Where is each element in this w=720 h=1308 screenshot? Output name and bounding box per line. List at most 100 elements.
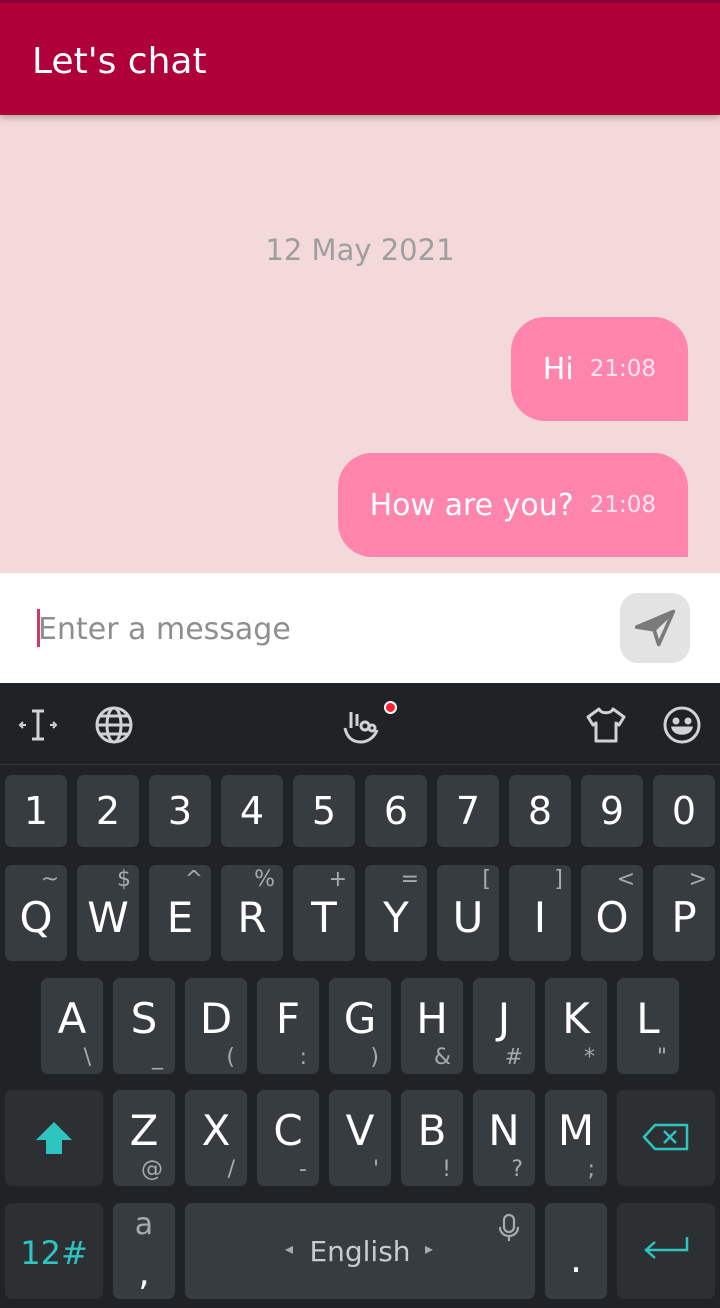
key-label: V — [345, 1106, 375, 1155]
key-3[interactable]: 3 — [149, 775, 211, 847]
key-label: P — [671, 893, 697, 942]
key-1[interactable]: 1 — [5, 775, 67, 847]
key-label: O — [595, 893, 629, 942]
key-label: H — [416, 994, 448, 1043]
gesture-hand-icon[interactable] — [336, 701, 384, 749]
key-hint: # — [504, 1045, 523, 1070]
shift-key[interactable] — [5, 1090, 103, 1186]
comma-key[interactable]: a , — [113, 1203, 175, 1299]
key-4[interactable]: 4 — [221, 775, 283, 847]
key-hint: % — [254, 867, 275, 892]
backspace-icon — [642, 1123, 689, 1151]
key-8[interactable]: 8 — [509, 775, 571, 847]
key-m[interactable]: M; — [545, 1090, 607, 1186]
symbols-key[interactable]: 12# — [5, 1203, 103, 1299]
key-label: K — [562, 994, 590, 1043]
key-b[interactable]: B! — [401, 1090, 463, 1186]
key-r[interactable]: % R — [221, 865, 283, 961]
comma-key-label: , — [138, 1253, 150, 1294]
key-9[interactable]: 9 — [581, 775, 643, 847]
key-s[interactable]: S _ — [113, 978, 175, 1074]
key-hint: " — [656, 1045, 667, 1070]
key-5[interactable]: 5 — [293, 775, 355, 847]
key-hint: > — [688, 867, 707, 892]
key-hint: ~ — [40, 867, 59, 892]
key-k[interactable]: K * — [545, 978, 607, 1074]
key-label: I — [533, 893, 547, 942]
key-hint: ] — [554, 867, 563, 892]
key-label: 9 — [599, 789, 625, 833]
key-j[interactable]: J # — [473, 978, 535, 1074]
key-label: D — [199, 994, 233, 1043]
key-hint: ? — [511, 1157, 523, 1182]
chat-area[interactable]: 12 May 2021 Hi 21:08 How are you? 21:08 — [0, 115, 720, 573]
key-h[interactable]: H & — [401, 978, 463, 1074]
key-w[interactable]: $ W — [77, 865, 139, 961]
key-label: 5 — [311, 789, 337, 833]
theme-shirt-icon[interactable] — [582, 701, 630, 749]
key-i[interactable]: ] I — [509, 865, 571, 961]
key-label: A — [57, 994, 87, 1043]
key-e[interactable]: ^ E — [149, 865, 211, 961]
key-x[interactable]: X / — [185, 1090, 247, 1186]
key-hint: - — [299, 1157, 307, 1182]
key-g[interactable]: G) — [329, 978, 391, 1074]
globe-icon[interactable] — [90, 701, 138, 749]
message-time: 21:08 — [589, 492, 656, 518]
key-label: L — [636, 994, 660, 1043]
key-n[interactable]: N? — [473, 1090, 535, 1186]
key-y[interactable]: = Y — [365, 865, 427, 961]
key-label: Z — [129, 1106, 159, 1155]
app-bar: Let's chat — [0, 0, 720, 115]
key-hint: [ — [482, 867, 491, 892]
key-label: R — [237, 893, 267, 942]
key-d[interactable]: D( — [185, 978, 247, 1074]
key-q[interactable]: ~ Q — [5, 865, 67, 961]
key-label: S — [130, 994, 158, 1043]
key-l[interactable]: L " — [617, 978, 679, 1074]
key-label: 2 — [95, 789, 121, 833]
key-label: 4 — [239, 789, 265, 833]
message-bubble[interactable]: Hi 21:08 — [510, 317, 688, 421]
app-title: Let's chat — [32, 41, 207, 82]
key-label: 7 — [455, 789, 481, 833]
key-label: X — [201, 1106, 231, 1155]
period-key-label: . — [569, 1237, 583, 1281]
key-label: U — [452, 893, 484, 942]
key-hint: _ — [152, 1045, 163, 1070]
message-composer — [0, 573, 720, 683]
key-u[interactable]: [U — [437, 865, 499, 961]
send-button[interactable] — [620, 593, 690, 663]
notification-dot — [384, 701, 397, 714]
key-f[interactable]: F: — [257, 978, 319, 1074]
key-a[interactable]: A \ — [41, 978, 103, 1074]
emoji-icon[interactable] — [658, 701, 706, 749]
key-z[interactable]: Z @ — [113, 1090, 175, 1186]
shift-arrow-icon — [36, 1122, 72, 1154]
key-6[interactable]: 6 — [365, 775, 427, 847]
key-2[interactable]: 2 — [77, 775, 139, 847]
key-c[interactable]: C- — [257, 1090, 319, 1186]
key-label: 6 — [383, 789, 409, 833]
cursor-move-icon[interactable] — [14, 701, 62, 749]
key-o[interactable]: < O — [581, 865, 643, 961]
space-key[interactable]: ◂ English ▸ — [185, 1203, 535, 1299]
backspace-key[interactable] — [617, 1090, 715, 1186]
key-v[interactable]: V ' — [329, 1090, 391, 1186]
key-hint: ' — [372, 1157, 379, 1182]
enter-key[interactable] — [617, 1203, 715, 1299]
message-bubble[interactable]: How are you? 21:08 — [337, 453, 688, 557]
period-key[interactable]: . — [545, 1203, 607, 1299]
key-t[interactable]: + T — [293, 865, 355, 961]
key-label: F — [275, 994, 301, 1043]
key-7[interactable]: 7 — [437, 775, 499, 847]
key-label: Y — [383, 893, 409, 942]
key-0[interactable]: 0 — [653, 775, 715, 847]
symbols-key-label: 12# — [20, 1234, 88, 1272]
key-hint: / — [227, 1157, 235, 1182]
key-hint: @ — [141, 1157, 163, 1182]
space-language-label: English — [309, 1235, 411, 1268]
message-input[interactable] — [38, 603, 578, 655]
key-hint: & — [433, 1045, 451, 1070]
key-p[interactable]: > P — [653, 865, 715, 961]
